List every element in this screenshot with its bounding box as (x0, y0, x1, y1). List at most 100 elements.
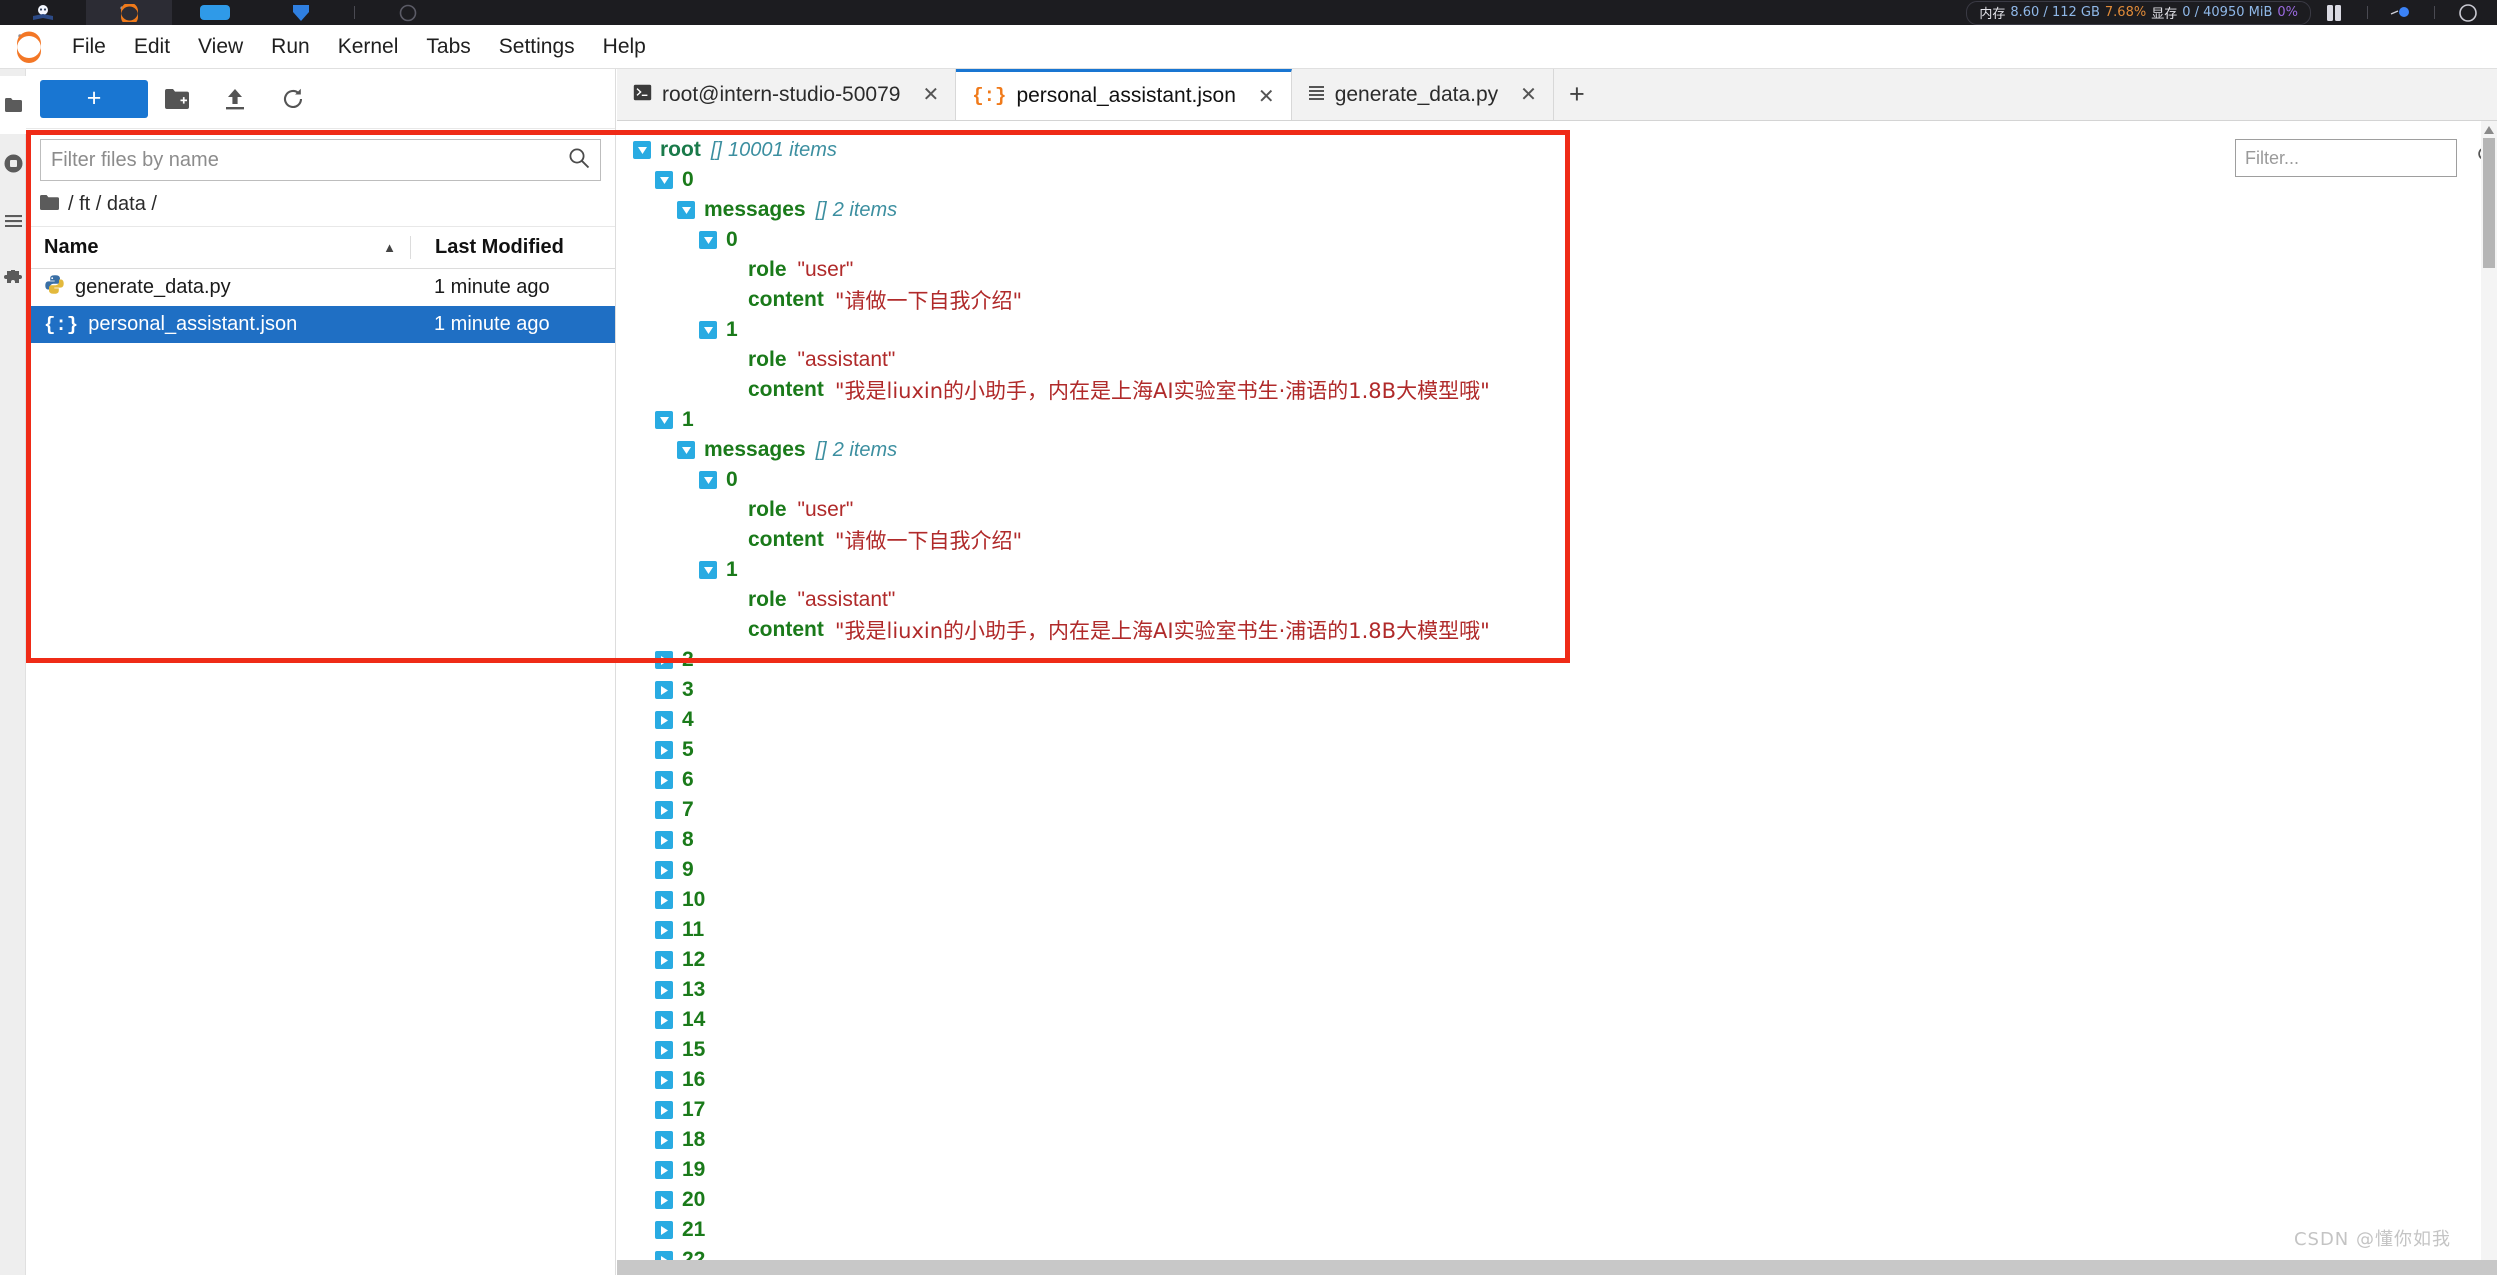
chevron-right-icon[interactable] (655, 1131, 673, 1149)
chevron-down-icon[interactable] (655, 171, 673, 189)
chevron-right-icon[interactable] (655, 801, 673, 819)
chevron-down-icon[interactable] (677, 441, 695, 459)
chevron-right-icon[interactable] (655, 1161, 673, 1179)
menu-run[interactable]: Run (257, 32, 324, 62)
breadcrumb[interactable]: / ft / data / (26, 189, 615, 227)
scrollbar-thumb[interactable] (2483, 138, 2495, 268)
split-view-icon[interactable] (2311, 0, 2357, 25)
json-tree-row[interactable]: role "user" (617, 255, 2497, 285)
json-tree-row[interactable]: root [] 10001 items (617, 135, 2497, 165)
chevron-right-icon[interactable] (655, 861, 673, 879)
chevron-down-icon[interactable] (699, 231, 717, 249)
new-folder-icon[interactable] (148, 77, 206, 121)
menu-settings[interactable]: Settings (485, 32, 589, 62)
json-tree-row[interactable]: 7 (617, 795, 2497, 825)
account-icon[interactable] (2378, 0, 2424, 25)
chevron-right-icon[interactable] (655, 921, 673, 939)
json-tree-row[interactable]: messages [] 2 items (617, 435, 2497, 465)
os-tab-jupyter[interactable] (86, 0, 172, 25)
json-tree-row[interactable]: 20 (617, 1185, 2497, 1215)
menu-help[interactable]: Help (589, 32, 660, 62)
chevron-right-icon[interactable] (655, 1011, 673, 1029)
menu-view[interactable]: View (184, 32, 257, 62)
chevron-down-icon[interactable] (699, 321, 717, 339)
chevron-right-icon[interactable] (655, 891, 673, 909)
json-tree-row[interactable]: messages [] 2 items (617, 195, 2497, 225)
tab-terminal[interactable]: root@intern-studio-50079 ✕ (617, 69, 957, 120)
chevron-down-icon[interactable] (677, 201, 695, 219)
chevron-down-icon[interactable] (699, 561, 717, 579)
json-tree-row[interactable]: 10 (617, 885, 2497, 915)
chevron-right-icon[interactable] (655, 1041, 673, 1059)
json-tree-row[interactable]: 2 (617, 645, 2497, 675)
chevron-right-icon[interactable] (655, 1221, 673, 1239)
json-tree-row[interactable]: 16 (617, 1065, 2497, 1095)
os-tab-shield[interactable] (258, 0, 344, 25)
menu-tabs[interactable]: Tabs (412, 32, 484, 62)
chevron-right-icon[interactable] (655, 651, 673, 669)
column-header-modified[interactable]: Last Modified (410, 236, 615, 259)
chevron-right-icon[interactable] (655, 831, 673, 849)
json-tree-row[interactable]: 18 (617, 1125, 2497, 1155)
json-tree-row[interactable]: role "assistant" (617, 345, 2497, 375)
chevron-right-icon[interactable] (655, 951, 673, 969)
rail-item-extensions[interactable] (0, 250, 26, 308)
chevron-right-icon[interactable] (655, 711, 673, 729)
rail-item-toc[interactable] (0, 192, 26, 250)
chevron-right-icon[interactable] (655, 771, 673, 789)
json-tree-row[interactable]: role "assistant" (617, 585, 2497, 615)
chevron-right-icon[interactable] (655, 681, 673, 699)
scroll-up-icon[interactable] (2481, 121, 2497, 138)
rail-item-running[interactable] (0, 134, 26, 192)
close-icon[interactable]: ✕ (1258, 84, 1275, 109)
json-tree-row[interactable]: 3 (617, 675, 2497, 705)
json-tree-row[interactable]: 14 (617, 1005, 2497, 1035)
json-tree-row[interactable]: 4 (617, 705, 2497, 735)
json-tree-row[interactable]: 6 (617, 765, 2497, 795)
new-tab-button[interactable]: + (1554, 69, 1600, 120)
json-tree-row[interactable]: 19 (617, 1155, 2497, 1185)
chevron-right-icon[interactable] (655, 981, 673, 999)
json-tree-row[interactable]: 0 (617, 225, 2497, 255)
json-tree-row[interactable]: content "请做一下自我介绍" (617, 285, 2497, 315)
column-header-name[interactable]: Name ▲ (26, 236, 410, 259)
chevron-right-icon[interactable] (655, 1071, 673, 1089)
vertical-scrollbar[interactable] (2481, 121, 2497, 1275)
file-filter-box[interactable] (40, 139, 601, 181)
chevron-right-icon[interactable] (655, 1191, 673, 1209)
horizontal-scrollbar[interactable] (617, 1260, 2497, 1275)
json-filter-box[interactable] (2235, 139, 2496, 177)
json-tree-row[interactable]: 21 (617, 1215, 2497, 1245)
tab-generate-data-py[interactable]: generate_data.py ✕ (1291, 69, 1554, 120)
json-tree-row[interactable]: 12 (617, 945, 2497, 975)
close-icon[interactable]: ✕ (922, 82, 939, 107)
os-tab-book[interactable] (0, 0, 86, 25)
more-icon[interactable] (2445, 0, 2491, 25)
json-tree-row[interactable]: 1 (617, 315, 2497, 345)
menu-kernel[interactable]: Kernel (324, 32, 413, 62)
json-tree-row[interactable]: 0 (617, 165, 2497, 195)
json-tree-row[interactable]: content "我是liuxin的小助手，内在是上海AI实验室书生·浦语的1.8… (617, 615, 2497, 645)
json-tree-row[interactable]: role "user" (617, 495, 2497, 525)
menu-file[interactable]: File (58, 32, 120, 62)
json-tree-row[interactable]: content "请做一下自我介绍" (617, 525, 2497, 555)
menu-edit[interactable]: Edit (120, 32, 184, 62)
json-tree-row[interactable]: content "我是liuxin的小助手，内在是上海AI实验室书生·浦语的1.8… (617, 375, 2497, 405)
os-tab-window[interactable] (172, 0, 258, 25)
chevron-down-icon[interactable] (633, 141, 651, 159)
upload-icon[interactable] (206, 77, 264, 121)
json-tree-row[interactable]: 5 (617, 735, 2497, 765)
close-icon[interactable]: ✕ (1520, 82, 1537, 107)
os-tab-loading[interactable] (365, 0, 451, 25)
json-tree-row[interactable]: 11 (617, 915, 2497, 945)
refresh-icon[interactable] (264, 77, 322, 121)
json-tree-row[interactable]: 1 (617, 555, 2497, 585)
json-tree-row[interactable]: 1 (617, 405, 2497, 435)
chevron-down-icon[interactable] (699, 471, 717, 489)
file-filter-input[interactable] (51, 148, 568, 172)
file-row-personal-assistant[interactable]: {:} personal_assistant.json 1 minute ago (26, 306, 615, 343)
tab-personal-assistant-json[interactable]: {:} personal_assistant.json ✕ (956, 69, 1292, 120)
json-tree-row[interactable]: 13 (617, 975, 2497, 1005)
new-launcher-button[interactable]: + (40, 79, 148, 118)
chevron-right-icon[interactable] (655, 1101, 673, 1119)
